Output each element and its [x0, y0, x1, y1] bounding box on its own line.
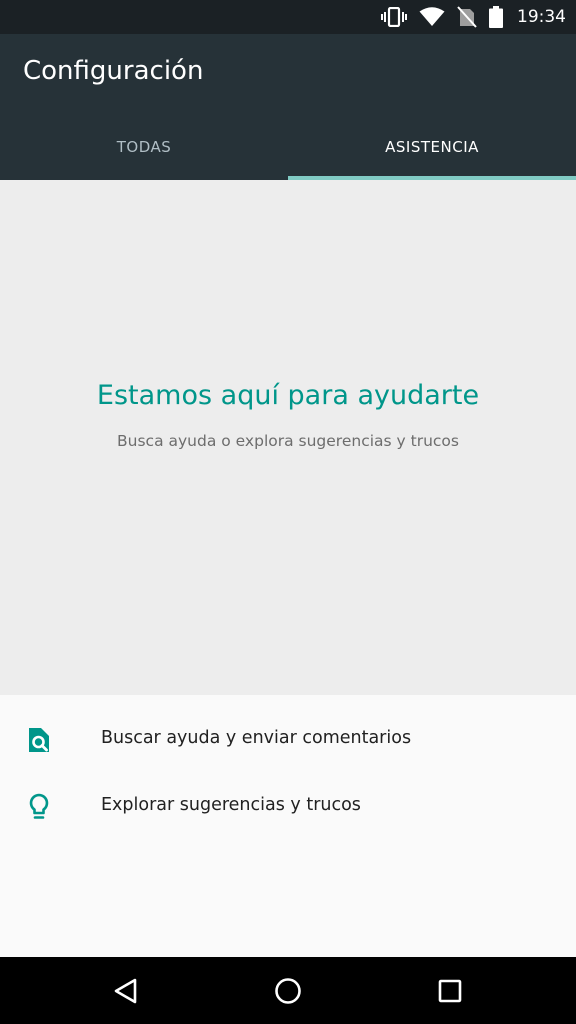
- recents-icon[interactable]: [432, 973, 468, 1009]
- back-icon[interactable]: [108, 973, 144, 1009]
- list-item-label: Explorar sugerencias y trucos: [101, 795, 361, 815]
- battery-icon: [489, 6, 503, 28]
- list-item-label: Buscar ayuda y enviar comentarios: [101, 728, 412, 748]
- tab-bar: TODAS ASISTENCIA: [0, 114, 576, 180]
- home-icon[interactable]: [270, 973, 306, 1009]
- app-bar: Configuración TODAS ASISTENCIA: [0, 34, 576, 180]
- hero-title: Estamos aquí para ayudarte: [96, 380, 480, 411]
- help-search-icon: [24, 725, 54, 755]
- tab-todas[interactable]: TODAS: [0, 114, 288, 180]
- help-hero: Estamos aquí para ayudarte Busca ayuda o…: [0, 180, 576, 695]
- tab-asistencia[interactable]: ASISTENCIA: [288, 114, 576, 180]
- no-sim-icon: [457, 6, 477, 28]
- wifi-icon: [419, 7, 445, 27]
- help-options-list: Buscar ayuda y enviar comentarios Explor…: [0, 695, 576, 957]
- list-item-search-help[interactable]: Buscar ayuda y enviar comentarios: [0, 707, 576, 773]
- lightbulb-icon: [24, 792, 54, 822]
- list-item-tips[interactable]: Explorar sugerencias y trucos: [0, 774, 576, 840]
- vibrate-icon: [381, 7, 407, 27]
- hero-subtitle: Busca ayuda o explora sugerencias y truc…: [117, 432, 459, 450]
- page-title: Configuración: [23, 56, 204, 86]
- status-bar: 19:34: [0, 0, 576, 34]
- tab-label: TODAS: [116, 138, 172, 156]
- tab-label: ASISTENCIA: [385, 138, 479, 156]
- system-nav-bar: [0, 957, 576, 1024]
- status-time: 19:34: [517, 7, 566, 27]
